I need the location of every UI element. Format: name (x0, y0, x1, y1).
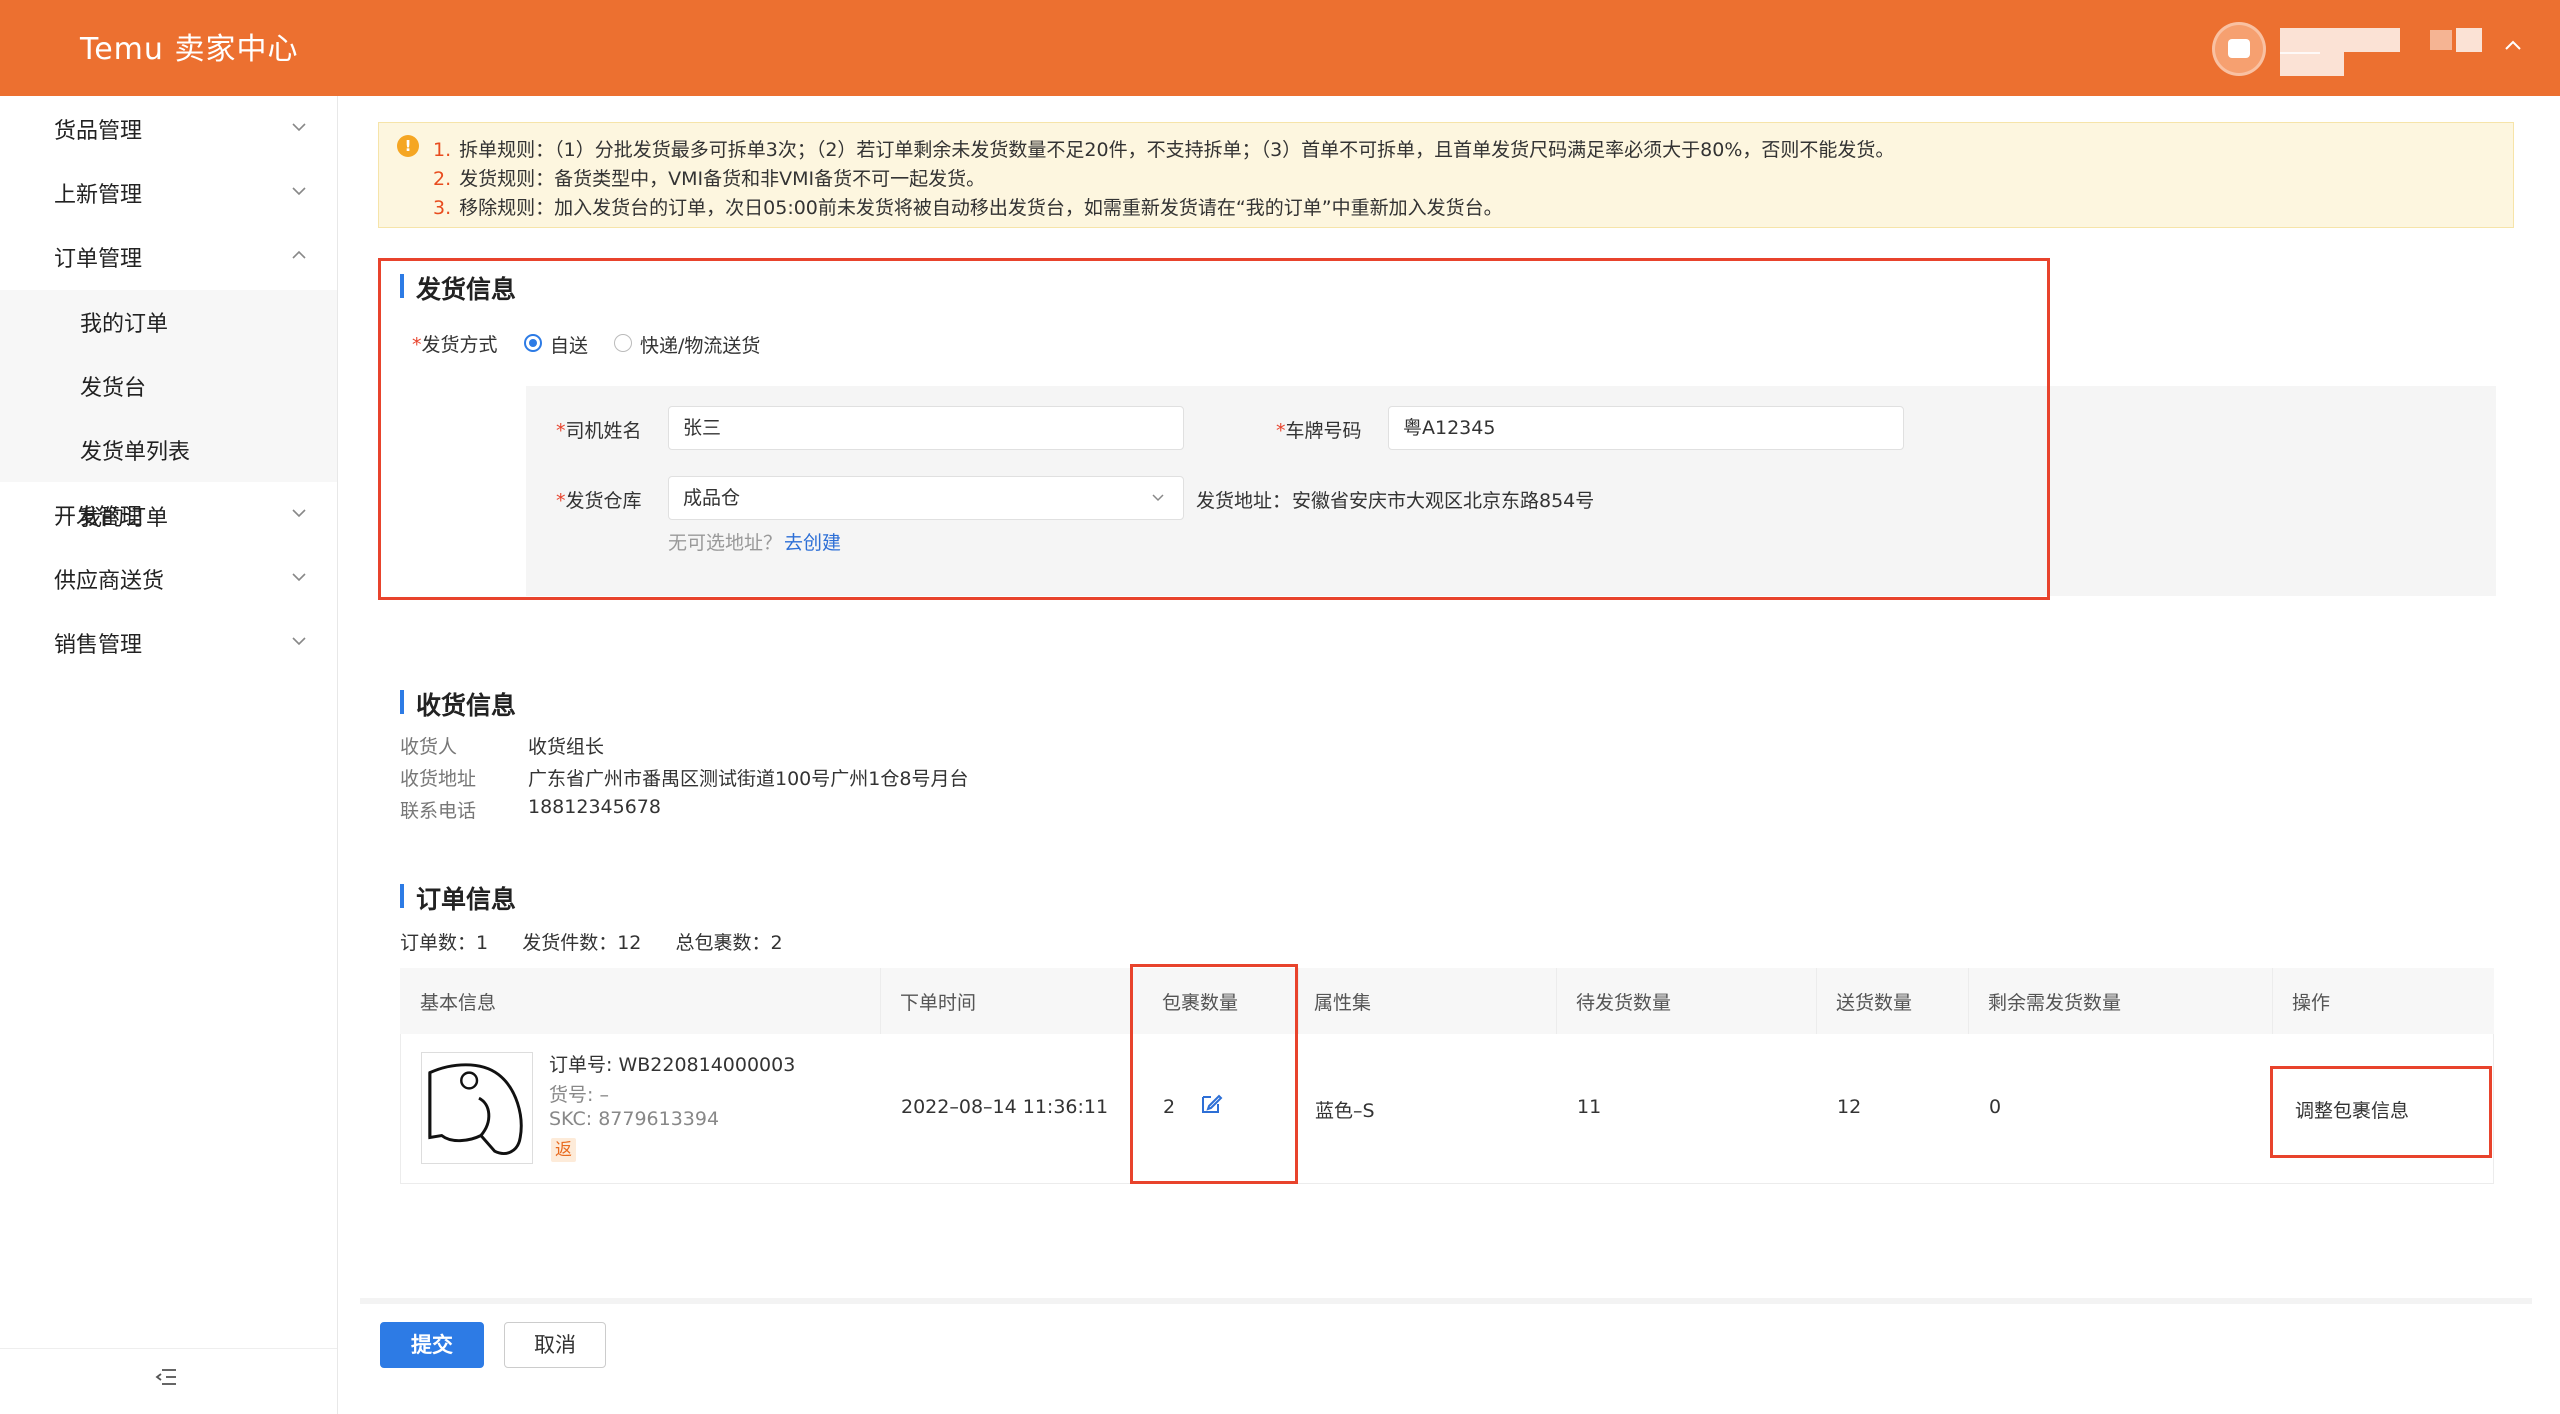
receiving-address-label: 收货地址 (400, 768, 477, 790)
receiving-section-title: 收货信息 (400, 686, 516, 722)
sidebar-subitem-shipment-list[interactable]: 发货单列表 (80, 434, 190, 466)
table-row: 订单号: WB220814000003 货号: – SKC: 877961339… (400, 1034, 2494, 1184)
divider (0, 1348, 337, 1349)
skc-number: SKC: 8779613394 (549, 1108, 720, 1130)
attribute-value: 蓝色–S (1315, 1100, 1375, 1122)
notice-line: 2. 发货规则：备货类型中，VMI备货和非VMI备货不可一起发货。 (433, 168, 986, 190)
receiver-value: 收货组长 (528, 736, 605, 758)
chevron-down-icon (292, 637, 306, 646)
sidebar-item-label: 订单管理 (54, 247, 143, 272)
col-attributes: 属性集 (1314, 992, 1372, 1014)
rules-notice: ! 1. 拆单规则：（1）分批发货最多可拆单3次；（2）若订单剩余未发货数量不足2… (378, 122, 2514, 228)
sidebar-item-sales[interactable]: 销售管理 (0, 610, 337, 674)
app-title: Temu 卖家中心 (80, 32, 299, 67)
sidebar-item-label: 货品管理 (54, 119, 143, 144)
col-actions: 操作 (2292, 992, 2331, 1014)
order-time: 2022–08–14 11:36:11 (901, 1096, 1109, 1118)
sidebar-item-label: 开发管理 (54, 505, 143, 530)
sidebar-item-label: 供应商送货 (54, 569, 165, 594)
col-order-time: 下单时间 (900, 992, 977, 1014)
divider (360, 1298, 2532, 1304)
chevron-up-icon[interactable] (2502, 34, 2524, 56)
chevron-down-icon (292, 187, 306, 196)
sidebar: 货品管理 上新管理 订单管理 我的订单 我的订单 发货台 发货单列表 开发管理 … (0, 96, 338, 1414)
chevron-down-icon (292, 509, 306, 518)
sidebar-item-new-listing[interactable]: 上新管理 (0, 160, 337, 224)
submit-button[interactable]: 提交 (380, 1322, 484, 1368)
highlight-shipping-info (378, 258, 2050, 600)
sidebar-item-supplier-delivery[interactable]: 供应商送货 (0, 546, 337, 610)
chevron-down-icon (292, 123, 306, 132)
avatar[interactable] (2212, 22, 2266, 76)
collapse-sidebar-icon[interactable] (154, 1366, 178, 1388)
cancel-button[interactable]: 取消 (504, 1322, 606, 1368)
top-bar: Temu 卖家中心 (0, 0, 2560, 96)
phone-value: 18812345678 (528, 796, 661, 818)
order-section-title: 订单信息 (400, 880, 516, 916)
sidebar-item-development[interactable]: 开发管理 (0, 482, 337, 546)
receiving-address-value: 广东省广州市番禺区测试街道100号广州1仓8号月台 (528, 768, 969, 790)
sidebar-item-label: 上新管理 (54, 183, 143, 208)
item-number: 货号: – (549, 1084, 609, 1106)
remaining-qty: 0 (1989, 1096, 2002, 1118)
user-name-redacted (2280, 28, 2320, 54)
sidebar-item-label: 销售管理 (54, 633, 143, 658)
col-delivered-qty: 送货数量 (1836, 992, 1913, 1014)
product-thumbnail (421, 1052, 533, 1164)
delivered-qty: 12 (1837, 1096, 1862, 1118)
receiver-label: 收货人 (400, 736, 458, 758)
highlight-package-column (1130, 964, 1298, 1184)
user-name-redacted (2456, 28, 2482, 52)
order-number: 订单号: WB220814000003 (549, 1054, 796, 1076)
col-pending-qty: 待发货数量 (1576, 992, 1672, 1014)
chevron-down-icon (292, 573, 306, 582)
pending-qty: 11 (1577, 1096, 1602, 1118)
phone-label: 联系电话 (400, 800, 477, 822)
col-remaining-qty: 剩余需发货数量 (1988, 992, 2122, 1014)
product-image-icon (428, 1063, 523, 1155)
col-basic-info: 基本信息 (420, 992, 497, 1014)
sidebar-item-goods[interactable]: 货品管理 (0, 96, 337, 160)
highlight-action-cell (2270, 1066, 2492, 1158)
order-summary: 订单数：1 发货件数：12 总包裹数：2 (400, 932, 783, 954)
chevron-up-icon (292, 250, 306, 259)
return-tag: 返 (551, 1138, 576, 1162)
notice-line: 1. 拆单规则：（1）分批发货最多可拆单3次；（2）若订单剩余未发货数量不足20件… (433, 139, 1895, 161)
table-header: 基本信息 下单时间 包裹数量 属性集 待发货数量 送货数量 剩余需发货数量 操作 (400, 968, 2494, 1034)
user-name-redacted (2280, 52, 2344, 76)
sidebar-subitem-my-orders[interactable]: 我的订单 (80, 306, 168, 338)
sidebar-item-orders[interactable]: 订单管理 (0, 224, 337, 288)
user-name-redacted (2320, 28, 2400, 52)
notice-line: 3. 移除规则：加入发货台的订单，次日05:00前未发货将被自动移出发货台，如需重… (433, 197, 1503, 219)
sidebar-subitem-shipping-desk[interactable]: 发货台 (80, 370, 146, 402)
user-name-redacted (2430, 30, 2452, 50)
warning-icon: ! (397, 135, 419, 157)
